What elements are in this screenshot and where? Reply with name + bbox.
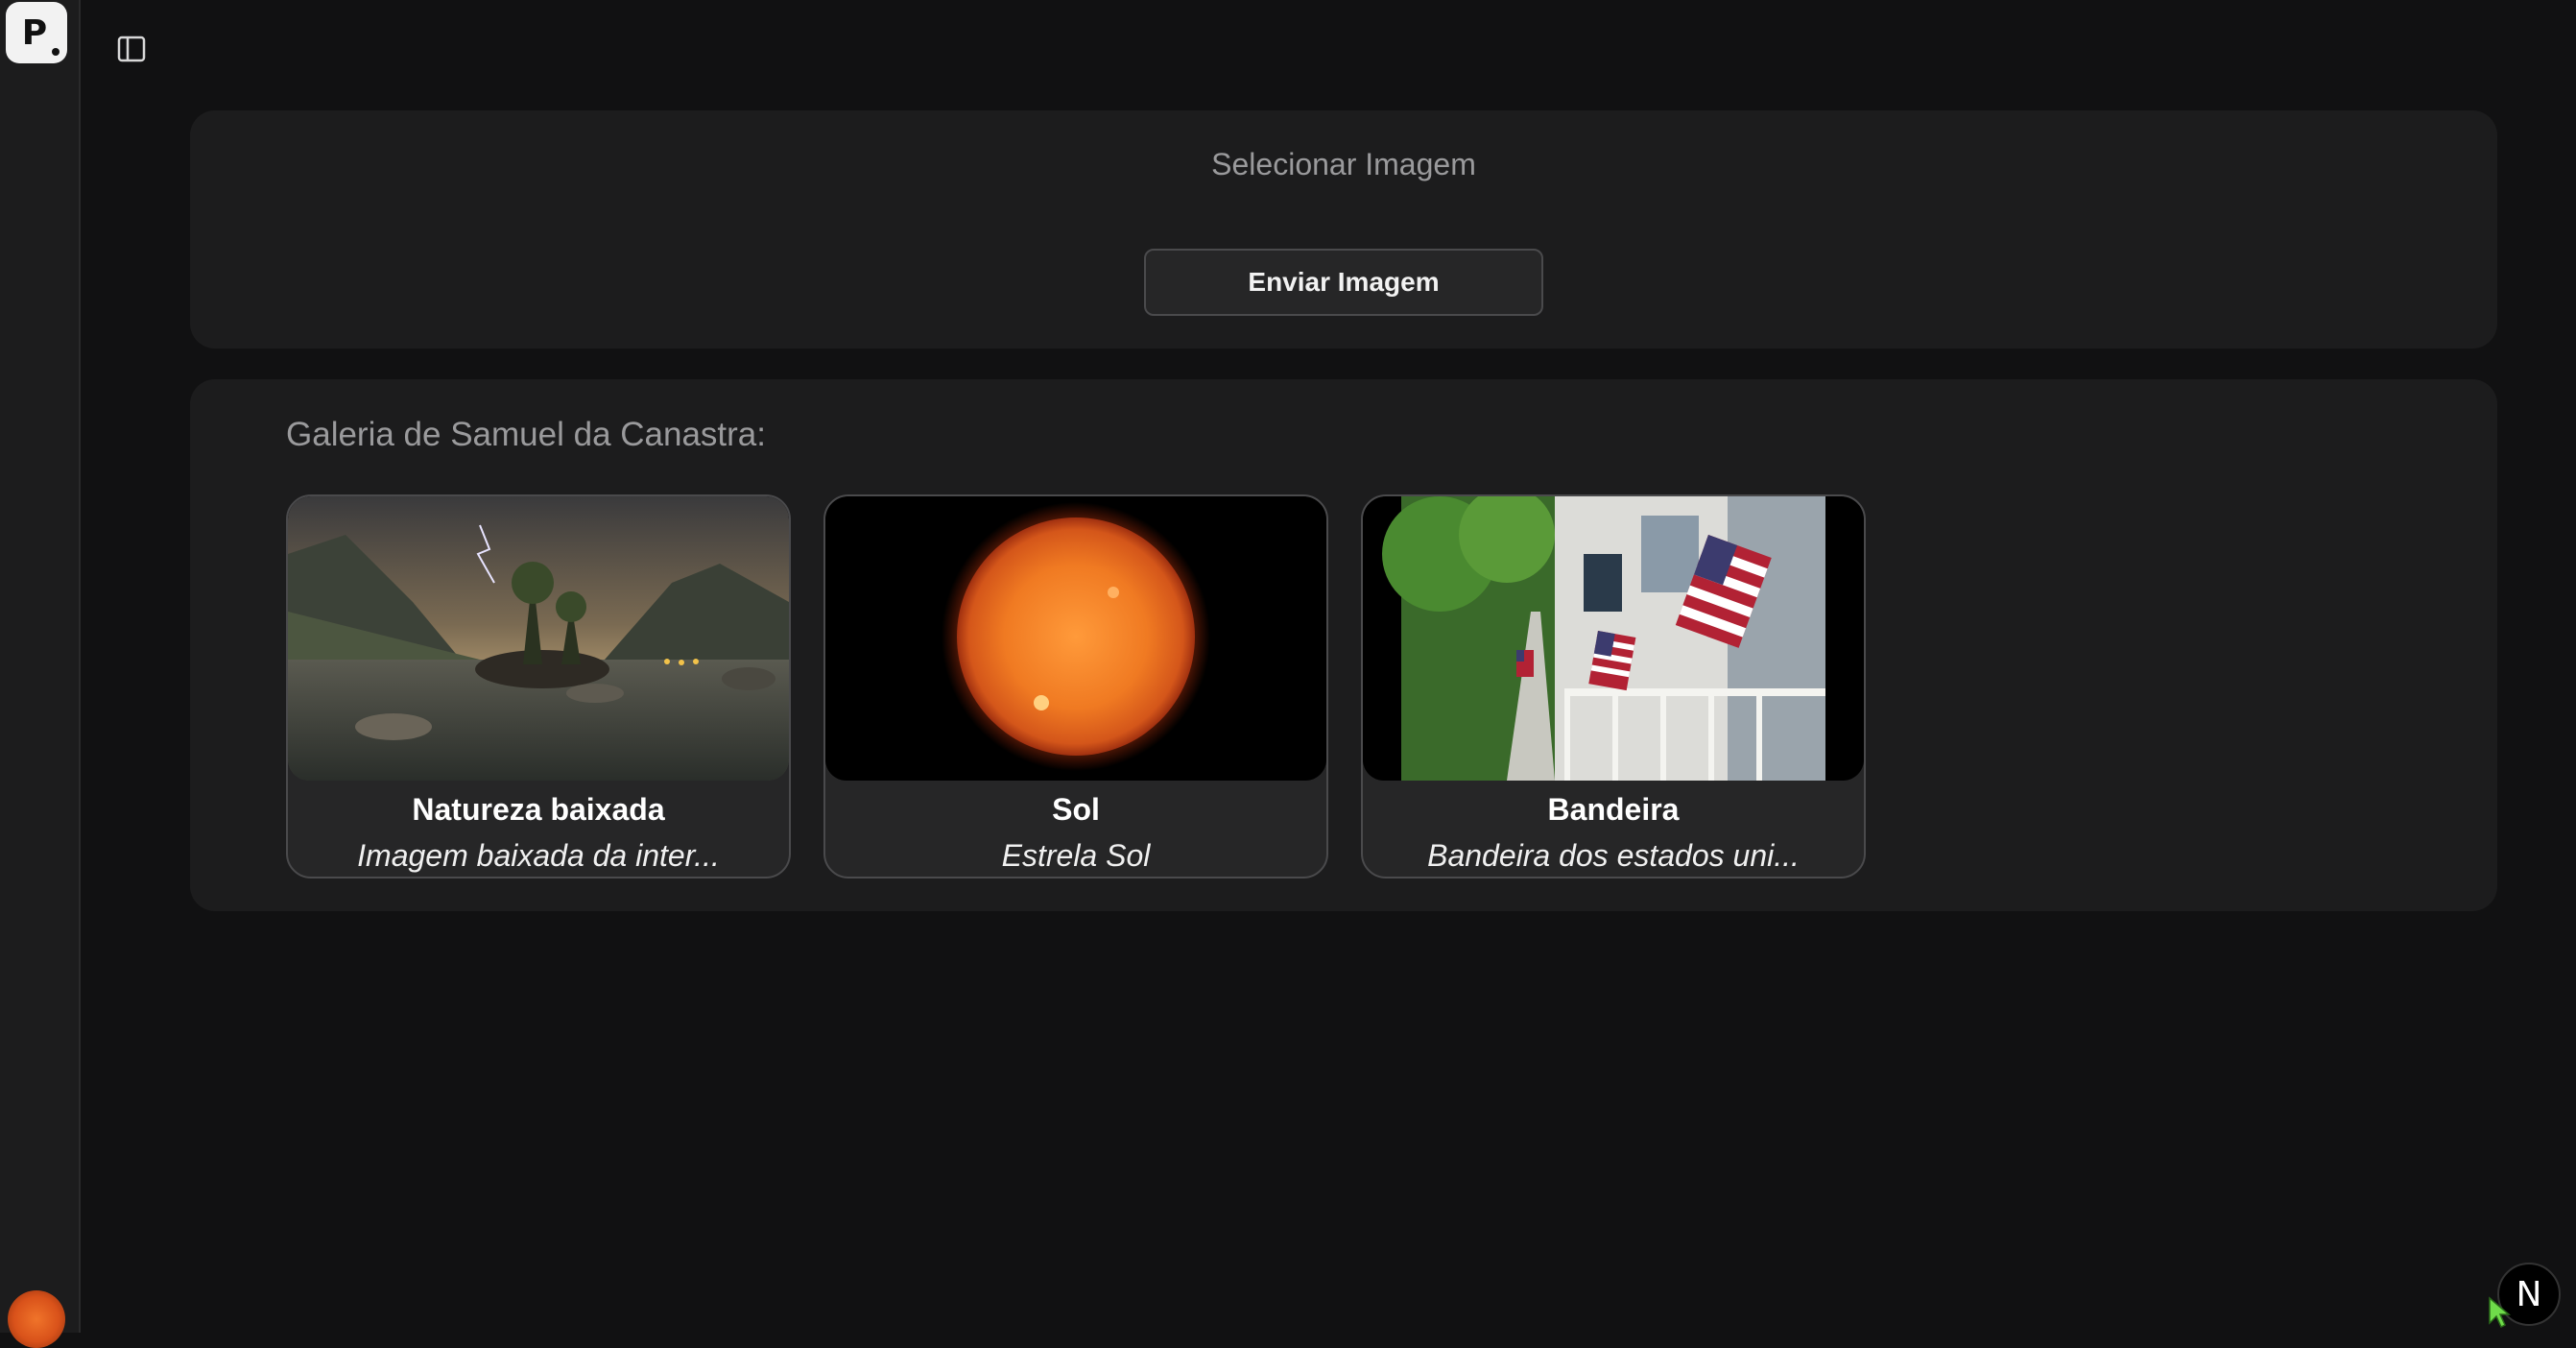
gallery-panel: Galeria de Samuel da Canastra: Natureza …	[190, 379, 2497, 911]
gallery-item-description: Estrela Sol	[1001, 838, 1151, 873]
gallery-item-description: Bandeira dos estados uni...	[1427, 838, 1800, 873]
app-logo[interactable]: P	[6, 2, 67, 63]
gallery-thumbnail-landscape	[288, 496, 789, 781]
gallery-item-description: Imagem baixada da inter...	[357, 838, 720, 873]
gallery-title: Galeria de Samuel da Canastra:	[286, 416, 766, 453]
sidebar-toggle-icon[interactable]	[117, 35, 146, 63]
gallery-thumbnail-flags	[1363, 496, 1864, 781]
mouse-cursor-icon	[2488, 1296, 2512, 1329]
gallery-item-name: Natureza baixada	[412, 792, 665, 827]
gallery-item[interactable]: Sol Estrela Sol	[823, 494, 1328, 879]
gallery-item-name: Sol	[1052, 792, 1100, 827]
gallery-item[interactable]: Bandeira Bandeira dos estados uni...	[1361, 494, 1866, 879]
upload-title: Selecionar Imagem	[1211, 147, 1476, 181]
left-rail: P	[0, 0, 81, 1348]
gallery-item-name: Bandeira	[1547, 792, 1680, 827]
user-avatar[interactable]	[8, 1290, 65, 1348]
upload-panel: Selecionar Imagem Enviar Imagem	[190, 110, 2497, 349]
gallery-item[interactable]: Natureza baixada Imagem baixada da inter…	[286, 494, 791, 879]
corner-badge-letter: N	[2516, 1274, 2542, 1314]
app-logo-letter: P	[21, 12, 48, 53]
send-image-button[interactable]: Enviar Imagem	[1144, 249, 1543, 316]
logo-dot	[52, 48, 60, 56]
gallery-thumbnail-sun	[825, 496, 1326, 781]
